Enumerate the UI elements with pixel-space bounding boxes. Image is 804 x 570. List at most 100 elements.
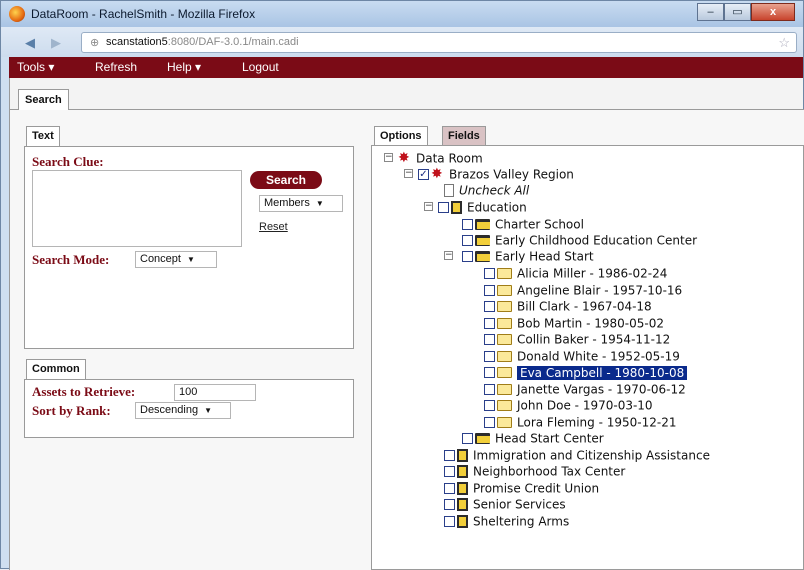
menu-tools[interactable]: Tools ▾ — [17, 60, 54, 74]
organization-icon — [451, 201, 462, 214]
folder-icon — [497, 318, 512, 329]
checkbox[interactable] — [462, 433, 473, 444]
title-bar: DataRoom - RachelSmith - Mozilla Firefox… — [1, 1, 803, 27]
maximize-button[interactable]: ▭ — [724, 3, 751, 21]
tree-node-uncheck-all[interactable]: Uncheck All — [444, 182, 529, 198]
checkbox[interactable] — [444, 466, 455, 477]
reset-link[interactable]: Reset — [259, 221, 288, 233]
folder-icon — [497, 351, 512, 362]
tree-node-early-childhood[interactable]: Early Childhood Education Center — [462, 232, 697, 248]
checkbox[interactable] — [484, 334, 495, 345]
checkbox[interactable] — [484, 417, 495, 428]
tree-node-child[interactable]: Donald White - 1952-05-19 — [484, 348, 680, 364]
folder-icon — [497, 285, 512, 296]
checkbox[interactable] — [438, 202, 449, 213]
tree-node-early-head-start[interactable]: − Early Head Start — [444, 248, 594, 264]
checkbox[interactable] — [484, 351, 495, 362]
tab-search[interactable]: Search — [18, 89, 69, 111]
search-clue-input[interactable] — [32, 170, 242, 247]
menu-help[interactable]: Help ▾ — [167, 60, 201, 74]
forward-arrow-icon[interactable]: ▶ — [51, 35, 61, 51]
navigation-bar: ◀ ▶ ⊕ scanstation5:8080/DAF-3.0.1/main.c… — [1, 27, 803, 57]
tree-node-charter-school[interactable]: Charter School — [462, 216, 584, 232]
uncheck-all-link[interactable]: Uncheck All — [459, 184, 529, 198]
tree-node-region[interactable]: − ✓ ✸ Brazos Valley Region — [404, 166, 574, 182]
tree-node-child[interactable]: Angeline Blair - 1957-10-16 — [484, 282, 682, 298]
menu-refresh[interactable]: Refresh — [95, 60, 137, 74]
tree-node-education[interactable]: − Education — [424, 199, 527, 215]
checkbox[interactable] — [462, 219, 473, 230]
tree-label: Eva Campbell - 1980-10-08 — [517, 365, 688, 380]
tree-node-child[interactable]: Alicia Miller - 1986-02-24 — [484, 265, 667, 281]
checkbox[interactable] — [444, 516, 455, 527]
tree-node-org[interactable]: Immigration and Citizenship Assistance — [444, 447, 710, 463]
checkbox[interactable] — [444, 483, 455, 494]
tree-node-child-selected[interactable]: Eva Campbell - 1980-10-08 — [484, 364, 688, 380]
tree-label: Early Childhood Education Center — [495, 233, 698, 248]
tree-node-child[interactable]: John Doe - 1970-03-10 — [484, 397, 653, 413]
checkbox[interactable] — [444, 450, 455, 461]
url-host: scanstation5 — [106, 36, 168, 48]
sort-by-rank-label: Sort by Rank: — [32, 403, 111, 418]
search-button[interactable]: Search — [250, 171, 322, 189]
checkbox[interactable] — [462, 235, 473, 246]
tree-label: Sheltering Arms — [473, 514, 570, 529]
tree-node-child[interactable]: Collin Baker - 1954-11-12 — [484, 331, 670, 347]
checkbox[interactable] — [484, 318, 495, 329]
region-star-icon: ✸ — [431, 166, 443, 182]
url-bar[interactable]: ⊕ scanstation5:8080/DAF-3.0.1/main.cadi … — [81, 32, 797, 53]
checkbox-checked[interactable]: ✓ — [418, 169, 429, 180]
checkbox[interactable] — [484, 268, 495, 279]
window-title: DataRoom - RachelSmith - Mozilla Firefox — [31, 7, 256, 21]
tree-node-head-start-center[interactable]: Head Start Center — [462, 430, 604, 446]
tree-node-child[interactable]: Bill Clark - 1967-04-18 — [484, 298, 652, 314]
collapse-toggle-icon[interactable]: − — [444, 251, 453, 260]
site-identity-icon[interactable]: ⊕ — [90, 36, 99, 49]
tree-node-child[interactable]: Janette Vargas - 1970-06-12 — [484, 381, 686, 397]
tree-node-child[interactable]: Bob Martin - 1980-05-02 — [484, 315, 664, 331]
tree-node-org[interactable]: Promise Credit Union — [444, 480, 599, 496]
tab-text[interactable]: Text — [26, 126, 60, 146]
tree-node-root[interactable]: − ✸ Data Room — [384, 150, 483, 166]
sort-by-rank-value: Descending — [140, 404, 199, 416]
tree-label: Donald White - 1952-05-19 — [517, 349, 680, 364]
checkbox[interactable] — [462, 251, 473, 262]
tree-label: Lora Fleming - 1950-12-21 — [517, 415, 677, 430]
document-icon — [444, 184, 454, 197]
checkbox[interactable] — [484, 400, 495, 411]
tab-fields[interactable]: Fields — [442, 126, 486, 146]
menu-logout[interactable]: Logout — [242, 60, 279, 74]
tree-label: Head Start Center — [495, 431, 604, 446]
checkbox[interactable] — [484, 301, 495, 312]
tree-label: Janette Vargas - 1970-06-12 — [517, 382, 686, 397]
checkbox[interactable] — [484, 384, 495, 395]
tab-common[interactable]: Common — [26, 359, 86, 379]
search-mode-select[interactable]: Concept ▼ — [135, 251, 217, 268]
collapse-toggle-icon[interactable]: − — [404, 169, 413, 178]
checkbox[interactable] — [484, 367, 495, 378]
tree-label: Data Room — [416, 151, 483, 166]
tree-node-child[interactable]: Lora Fleming - 1950-12-21 — [484, 414, 676, 430]
checkbox[interactable] — [444, 499, 455, 510]
assets-label: Assets to Retrieve: — [32, 384, 136, 399]
assets-input[interactable]: 100 — [174, 384, 256, 401]
organization-icon — [457, 449, 468, 462]
checkbox[interactable] — [484, 285, 495, 296]
collapse-toggle-icon[interactable]: − — [424, 202, 433, 211]
back-arrow-icon[interactable]: ◀ — [25, 35, 35, 51]
tab-options[interactable]: Options — [374, 126, 428, 146]
bookmark-star-icon[interactable]: ☆ — [778, 35, 790, 51]
tree-label: Education — [467, 200, 527, 215]
members-select-value: Members — [264, 197, 310, 209]
minimize-button[interactable]: – — [697, 3, 724, 21]
tree-label: Charter School — [495, 217, 584, 232]
close-window-button[interactable]: x — [751, 3, 795, 21]
app-menu-bar: Tools ▾ Refresh Help ▾ Logout — [9, 57, 803, 78]
sort-by-rank-select[interactable]: Descending ▼ — [135, 402, 231, 419]
tree-label: Neighborhood Tax Center — [473, 464, 626, 479]
collapse-toggle-icon[interactable]: − — [384, 153, 393, 162]
members-select[interactable]: Members ▼ — [259, 195, 343, 212]
tree-node-org[interactable]: Senior Services — [444, 496, 566, 512]
tree-node-org[interactable]: Neighborhood Tax Center — [444, 463, 625, 479]
tree-node-org[interactable]: Sheltering Arms — [444, 513, 569, 529]
